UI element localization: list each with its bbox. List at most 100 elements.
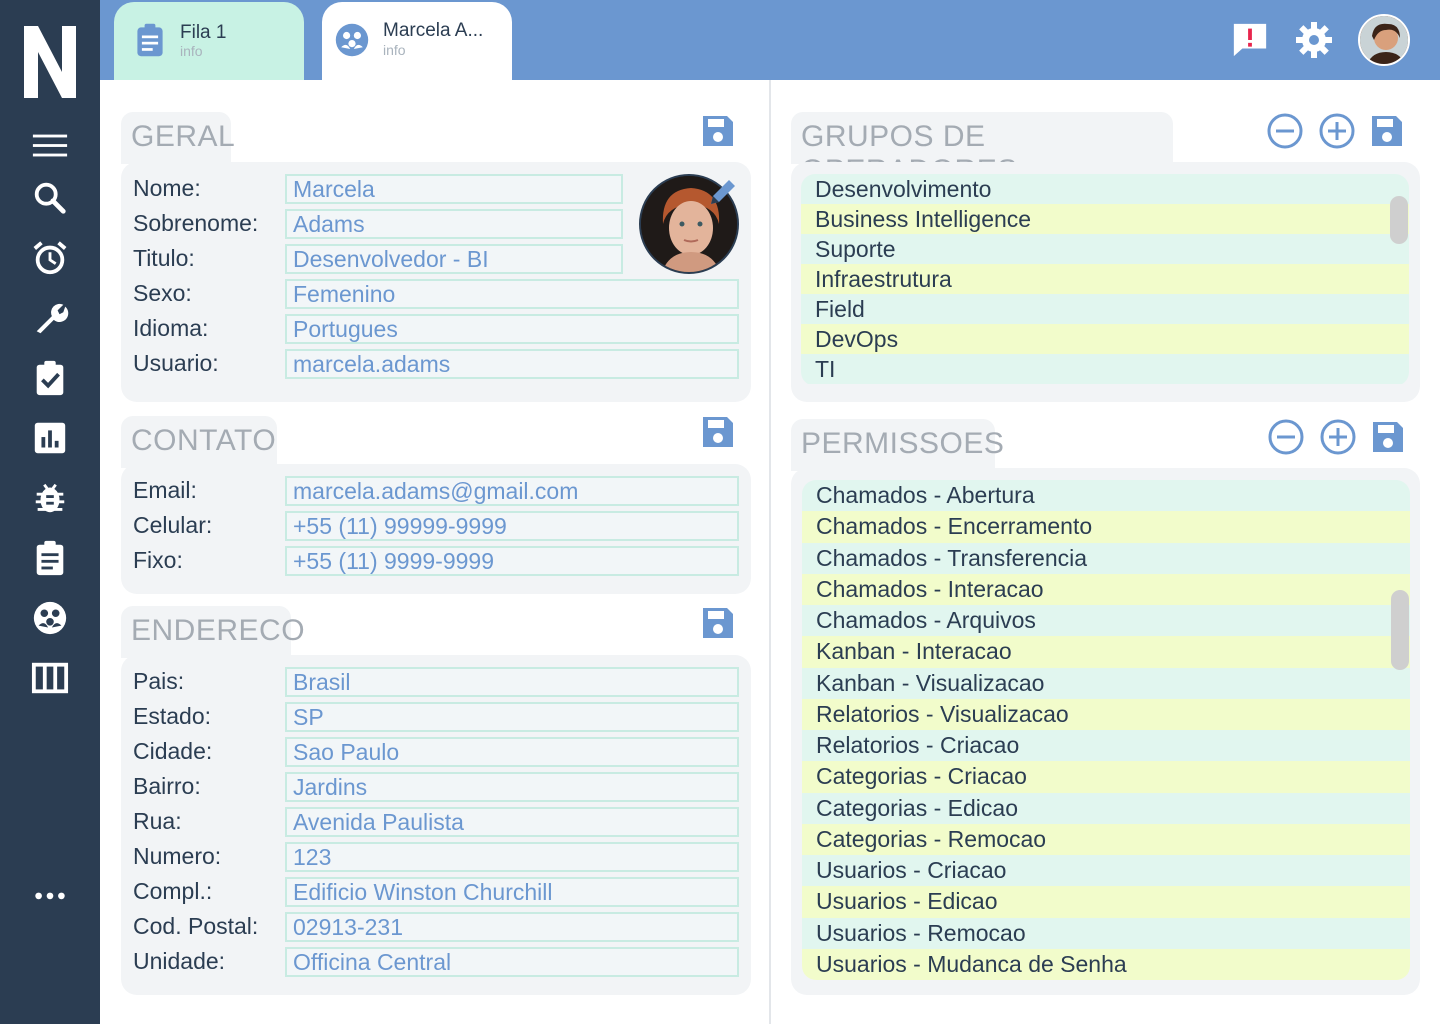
remove-permission-icon[interactable] <box>1267 418 1305 456</box>
unidade-field[interactable]: Officina Central <box>285 947 739 977</box>
contato-header: CONTATO <box>121 416 277 468</box>
menu-button[interactable] <box>26 122 74 170</box>
list-item[interactable]: Categorias - Remocao <box>802 823 1410 855</box>
tab-title: Marcela A... <box>383 20 484 41</box>
field-label: Fixo: <box>133 547 183 573</box>
list-item[interactable]: Categorias - Criacao <box>802 761 1410 793</box>
list-item[interactable]: Usuarios - Remocao <box>802 917 1410 949</box>
reports-button[interactable] <box>26 414 74 462</box>
top-bar: Fila 1 info Marcela A... info <box>100 0 1440 80</box>
tab-fila-1[interactable]: Fila 1 info <box>114 2 304 80</box>
list-item[interactable]: Field <box>801 294 1409 324</box>
edit-photo-icon[interactable] <box>707 176 739 208</box>
list-item[interactable]: DevOps <box>801 324 1409 354</box>
complemento-field[interactable]: Edificio Winston Churchill <box>285 877 739 907</box>
assignments-button[interactable] <box>26 534 74 582</box>
list-item[interactable]: Chamados - Transferencia <box>802 542 1410 574</box>
field-label: Titulo: <box>133 245 195 271</box>
pais-field[interactable]: Brasil <box>285 667 739 697</box>
more-button[interactable] <box>26 870 74 918</box>
list-item[interactable]: Usuarios - Criacao <box>802 855 1410 887</box>
titulo-field[interactable]: Desenvolvedor - BI <box>285 244 623 274</box>
columns-button[interactable] <box>26 654 74 702</box>
settings-button[interactable] <box>1294 20 1334 60</box>
clipboard-list-icon <box>36 540 64 576</box>
bugs-button[interactable] <box>26 474 74 522</box>
estado-field[interactable]: SP <box>285 702 739 732</box>
field-label: Nome: <box>133 175 201 201</box>
idioma-field[interactable]: Portugues <box>285 314 739 344</box>
more-dots-icon <box>35 892 65 900</box>
grupos-panel: Desenvolvimento Business Intelligence Su… <box>791 162 1420 402</box>
field-label: Celular: <box>133 512 213 538</box>
endereco-header: ENDERECO <box>121 606 305 658</box>
field-label: Bairro: <box>133 773 201 799</box>
menu-icon <box>32 134 68 157</box>
list-item[interactable]: Infraestrutura <box>801 264 1409 294</box>
list-item[interactable]: Chamados - Arquivos <box>802 605 1410 637</box>
endereco-save-icon[interactable] <box>700 605 736 641</box>
gear-icon <box>1296 22 1332 58</box>
tab-marcela[interactable]: Marcela A... info <box>322 2 512 80</box>
remove-group-icon[interactable] <box>1266 112 1304 150</box>
grupos-save-icon[interactable] <box>1369 113 1405 149</box>
list-item[interactable]: Chamados - Abertura <box>802 480 1410 512</box>
field-label: Compl.: <box>133 878 213 904</box>
list-item[interactable]: TI <box>801 354 1409 384</box>
geral-save-icon[interactable] <box>700 113 736 149</box>
cod-postal-field[interactable]: 02913-231 <box>285 912 739 942</box>
field-label: Sobrenome: <box>133 210 259 236</box>
list-item[interactable]: Relatorios - Visualizacao <box>802 698 1410 730</box>
sexo-field[interactable]: Femenino <box>285 279 739 309</box>
list-item[interactable]: Chamados - Encerramento <box>802 511 1410 543</box>
search-button[interactable] <box>26 174 74 222</box>
field-label: Sexo: <box>133 280 192 306</box>
alert-button[interactable] <box>1230 20 1270 60</box>
email-field[interactable]: marcela.adams@gmail.com <box>285 476 739 506</box>
list-item[interactable]: Business Intelligence <box>801 204 1409 234</box>
permissoes-scrollbar[interactable] <box>1391 590 1409 670</box>
add-group-icon[interactable] <box>1318 112 1356 150</box>
geral-header: GERAL <box>121 112 235 164</box>
section-title: CONTATO <box>131 424 277 457</box>
tasks-button[interactable] <box>26 354 74 402</box>
grupos-header: GRUPOS DE OPERADORES <box>791 112 1173 187</box>
field-label: Usuario: <box>133 350 219 376</box>
list-item[interactable]: Desenvolvimento <box>801 174 1409 204</box>
list-item[interactable]: Suporte <box>801 234 1409 264</box>
tools-button[interactable] <box>26 294 74 342</box>
groups-button[interactable] <box>26 594 74 642</box>
list-item[interactable]: Kanban - Visualizacao <box>802 667 1410 699</box>
list-item[interactable]: Chamados - Interacao <box>802 573 1410 605</box>
add-permission-icon[interactable] <box>1319 418 1357 456</box>
nome-field[interactable]: Marcela <box>285 174 623 204</box>
grupos-list: Desenvolvimento Business Intelligence Su… <box>801 174 1409 386</box>
search-icon <box>34 182 66 214</box>
numero-field[interactable]: 123 <box>285 842 739 872</box>
app-logo[interactable] <box>20 22 80 102</box>
cidade-field[interactable]: Sao Paulo <box>285 737 739 767</box>
user-avatar[interactable] <box>1358 14 1410 66</box>
rua-field[interactable]: Avenida Paulista <box>285 807 739 837</box>
usuario-field[interactable]: marcela.adams <box>285 349 739 379</box>
list-item[interactable]: Kanban - Interacao <box>802 636 1410 668</box>
alarm-button[interactable] <box>26 234 74 282</box>
field-label: Rua: <box>133 808 182 834</box>
avatar-image <box>1360 16 1408 64</box>
sobrenome-field[interactable]: Adams <box>285 209 623 239</box>
fixo-field[interactable]: +55 (11) 9999-9999 <box>285 546 739 576</box>
field-label: Estado: <box>133 703 211 729</box>
permissoes-save-icon[interactable] <box>1370 419 1406 455</box>
sidebar <box>0 0 100 1024</box>
list-item[interactable]: Categorias - Edicao <box>802 792 1410 824</box>
bairro-field[interactable]: Jardins <box>285 772 739 802</box>
list-item[interactable]: Usuarios - Edicao <box>802 886 1410 918</box>
bar-chart-icon <box>34 422 66 454</box>
field-label: Numero: <box>133 843 222 869</box>
celular-field[interactable]: +55 (11) 99999-9999 <box>285 511 739 541</box>
clipboard-icon <box>137 23 163 57</box>
list-item[interactable]: Usuarios - Mudanca de Senha <box>802 948 1410 980</box>
grupos-scrollbar[interactable] <box>1390 196 1408 244</box>
list-item[interactable]: Relatorios - Criacao <box>802 730 1410 762</box>
contato-save-icon[interactable] <box>700 414 736 450</box>
